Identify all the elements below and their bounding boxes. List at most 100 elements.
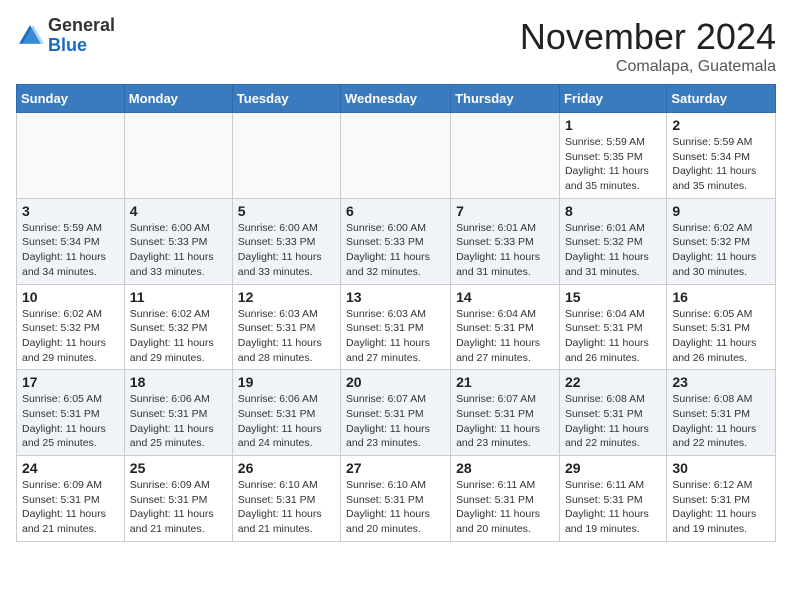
month-title: November 2024 bbox=[520, 16, 776, 58]
day-number: 23 bbox=[672, 374, 770, 390]
day-info: Sunrise: 6:03 AM Sunset: 5:31 PM Dayligh… bbox=[346, 307, 445, 366]
calendar-cell: 17 Sunrise: 6:05 AM Sunset: 5:31 PM Dayli… bbox=[17, 370, 125, 456]
calendar-cell: 28Sunrise: 6:11 AM Sunset: 5:31 PM Dayli… bbox=[451, 456, 560, 542]
day-info: Sunrise: 6:05 AM Sunset: 5:31 PM Dayligh… bbox=[22, 392, 119, 451]
day-info: Sunrise: 6:06 AM Sunset: 5:31 PM Dayligh… bbox=[238, 392, 335, 451]
day-number: 7 bbox=[456, 203, 554, 219]
day-number: 27 bbox=[346, 460, 445, 476]
day-number: 21 bbox=[456, 374, 554, 390]
calendar-cell: 23 Sunrise: 6:08 AM Sunset: 5:31 PM Dayli… bbox=[667, 370, 776, 456]
day-info: Sunrise: 5:59 AM Sunset: 5:34 PM Dayligh… bbox=[672, 135, 770, 194]
day-number: 10 bbox=[22, 289, 119, 305]
header-day-sunday: Sunday bbox=[17, 85, 125, 113]
calendar-cell: 30 Sunrise: 6:12 AM Sunset: 5:31 PM Dayli… bbox=[667, 456, 776, 542]
calendar-cell: 10 Sunrise: 6:02 AM Sunset: 5:32 PM Dayli… bbox=[17, 284, 125, 370]
calendar-cell: 19 Sunrise: 6:06 AM Sunset: 5:31 PM Dayli… bbox=[232, 370, 340, 456]
day-info: Sunrise: 6:08 AM Sunset: 5:31 PM Dayligh… bbox=[565, 392, 661, 451]
day-number: 24 bbox=[22, 460, 119, 476]
calendar-cell bbox=[341, 113, 451, 199]
location: Comalapa, Guatemala bbox=[520, 58, 776, 76]
header-day-saturday: Saturday bbox=[667, 85, 776, 113]
calendar-cell bbox=[451, 113, 560, 199]
calendar-cell: 4 Sunrise: 6:00 AM Sunset: 5:33 PM Daylig… bbox=[124, 198, 232, 284]
calendar-cell: 9 Sunrise: 6:02 AM Sunset: 5:32 PM Daylig… bbox=[667, 198, 776, 284]
calendar-cell: 20 Sunrise: 6:07 AM Sunset: 5:31 PM Dayli… bbox=[341, 370, 451, 456]
day-number: 14 bbox=[456, 289, 554, 305]
day-number: 26 bbox=[238, 460, 335, 476]
header-day-friday: Friday bbox=[559, 85, 666, 113]
calendar-week: 3 Sunrise: 5:59 AM Sunset: 5:34 PM Daylig… bbox=[17, 198, 776, 284]
day-info: Sunrise: 5:59 AM Sunset: 5:34 PM Dayligh… bbox=[22, 221, 119, 280]
logo-text: General Blue bbox=[48, 16, 115, 56]
day-info: Sunrise: 6:08 AM Sunset: 5:31 PM Dayligh… bbox=[672, 392, 770, 451]
day-info: Sunrise: 6:00 AM Sunset: 5:33 PM Dayligh… bbox=[238, 221, 335, 280]
day-number: 16 bbox=[672, 289, 770, 305]
calendar-cell: 11 Sunrise: 6:02 AM Sunset: 5:32 PM Dayli… bbox=[124, 284, 232, 370]
header-row: SundayMondayTuesdayWednesdayThursdayFrid… bbox=[17, 85, 776, 113]
day-number: 3 bbox=[22, 203, 119, 219]
day-number: 1 bbox=[565, 117, 661, 133]
day-number: 20 bbox=[346, 374, 445, 390]
calendar-cell: 29Sunrise: 6:11 AM Sunset: 5:31 PM Dayli… bbox=[559, 456, 666, 542]
logo: General Blue bbox=[16, 16, 115, 56]
calendar-cell: 5 Sunrise: 6:00 AM Sunset: 5:33 PM Daylig… bbox=[232, 198, 340, 284]
page-header: General Blue November 2024 Comalapa, Gua… bbox=[16, 16, 776, 76]
day-number: 6 bbox=[346, 203, 445, 219]
calendar-cell bbox=[232, 113, 340, 199]
day-info: Sunrise: 6:07 AM Sunset: 5:31 PM Dayligh… bbox=[346, 392, 445, 451]
day-info: Sunrise: 6:11 AM Sunset: 5:31 PM Dayligh… bbox=[456, 478, 554, 537]
day-info: Sunrise: 6:07 AM Sunset: 5:31 PM Dayligh… bbox=[456, 392, 554, 451]
calendar-cell: 8 Sunrise: 6:01 AM Sunset: 5:32 PM Daylig… bbox=[559, 198, 666, 284]
logo-icon bbox=[16, 22, 44, 50]
day-number: 13 bbox=[346, 289, 445, 305]
calendar-cell: 18Sunrise: 6:06 AM Sunset: 5:31 PM Dayli… bbox=[124, 370, 232, 456]
day-info: Sunrise: 6:02 AM Sunset: 5:32 PM Dayligh… bbox=[672, 221, 770, 280]
day-number: 30 bbox=[672, 460, 770, 476]
day-info: Sunrise: 5:59 AM Sunset: 5:35 PM Dayligh… bbox=[565, 135, 661, 194]
day-number: 9 bbox=[672, 203, 770, 219]
day-info: Sunrise: 6:10 AM Sunset: 5:31 PM Dayligh… bbox=[238, 478, 335, 537]
day-number: 2 bbox=[672, 117, 770, 133]
day-info: Sunrise: 6:01 AM Sunset: 5:32 PM Dayligh… bbox=[565, 221, 661, 280]
day-number: 19 bbox=[238, 374, 335, 390]
day-info: Sunrise: 6:00 AM Sunset: 5:33 PM Dayligh… bbox=[130, 221, 227, 280]
calendar-cell: 3 Sunrise: 5:59 AM Sunset: 5:34 PM Daylig… bbox=[17, 198, 125, 284]
calendar-cell bbox=[124, 113, 232, 199]
calendar-cell: 6 Sunrise: 6:00 AM Sunset: 5:33 PM Daylig… bbox=[341, 198, 451, 284]
day-info: Sunrise: 6:00 AM Sunset: 5:33 PM Dayligh… bbox=[346, 221, 445, 280]
day-number: 8 bbox=[565, 203, 661, 219]
calendar-cell: 16 Sunrise: 6:05 AM Sunset: 5:31 PM Dayli… bbox=[667, 284, 776, 370]
calendar-week: 24 Sunrise: 6:09 AM Sunset: 5:31 PM Dayli… bbox=[17, 456, 776, 542]
day-number: 12 bbox=[238, 289, 335, 305]
day-number: 22 bbox=[565, 374, 661, 390]
day-number: 18 bbox=[130, 374, 227, 390]
calendar-week: 10 Sunrise: 6:02 AM Sunset: 5:32 PM Dayli… bbox=[17, 284, 776, 370]
header-day-wednesday: Wednesday bbox=[341, 85, 451, 113]
calendar-cell: 22 Sunrise: 6:08 AM Sunset: 5:31 PM Dayli… bbox=[559, 370, 666, 456]
day-number: 25 bbox=[130, 460, 227, 476]
calendar-cell: 13 Sunrise: 6:03 AM Sunset: 5:31 PM Dayli… bbox=[341, 284, 451, 370]
day-info: Sunrise: 6:12 AM Sunset: 5:31 PM Dayligh… bbox=[672, 478, 770, 537]
day-number: 11 bbox=[130, 289, 227, 305]
calendar-cell: 27Sunrise: 6:10 AM Sunset: 5:31 PM Dayli… bbox=[341, 456, 451, 542]
header-day-tuesday: Tuesday bbox=[232, 85, 340, 113]
day-number: 15 bbox=[565, 289, 661, 305]
day-info: Sunrise: 6:02 AM Sunset: 5:32 PM Dayligh… bbox=[130, 307, 227, 366]
calendar-header: SundayMondayTuesdayWednesdayThursdayFrid… bbox=[17, 85, 776, 113]
calendar-cell: 12 Sunrise: 6:03 AM Sunset: 5:31 PM Dayli… bbox=[232, 284, 340, 370]
calendar-cell bbox=[17, 113, 125, 199]
calendar-cell: 24Sunrise: 6:09 AM Sunset: 5:31 PM Dayli… bbox=[17, 456, 125, 542]
day-info: Sunrise: 6:01 AM Sunset: 5:33 PM Dayligh… bbox=[456, 221, 554, 280]
calendar-cell: 2 Sunrise: 5:59 AM Sunset: 5:34 PM Daylig… bbox=[667, 113, 776, 199]
header-day-monday: Monday bbox=[124, 85, 232, 113]
day-number: 17 bbox=[22, 374, 119, 390]
day-number: 4 bbox=[130, 203, 227, 219]
day-info: Sunrise: 6:03 AM Sunset: 5:31 PM Dayligh… bbox=[238, 307, 335, 366]
calendar-cell: 7 Sunrise: 6:01 AM Sunset: 5:33 PM Daylig… bbox=[451, 198, 560, 284]
day-number: 5 bbox=[238, 203, 335, 219]
day-info: Sunrise: 6:09 AM Sunset: 5:31 PM Dayligh… bbox=[130, 478, 227, 537]
day-info: Sunrise: 6:02 AM Sunset: 5:32 PM Dayligh… bbox=[22, 307, 119, 366]
day-info: Sunrise: 6:05 AM Sunset: 5:31 PM Dayligh… bbox=[672, 307, 770, 366]
calendar-cell: 14Sunrise: 6:04 AM Sunset: 5:31 PM Dayli… bbox=[451, 284, 560, 370]
header-day-thursday: Thursday bbox=[451, 85, 560, 113]
